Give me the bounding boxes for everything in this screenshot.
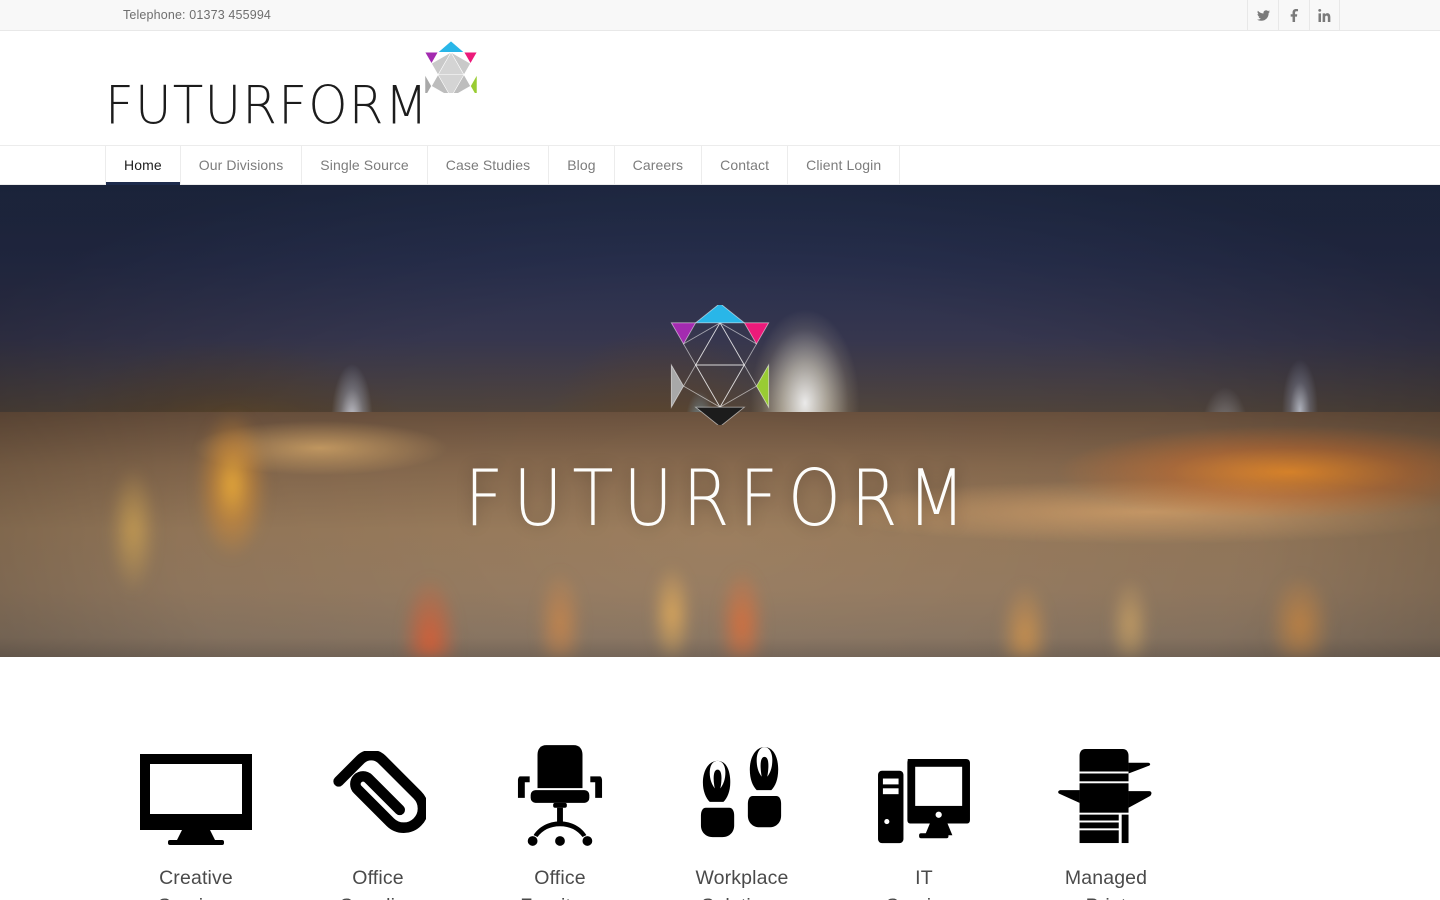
service-item-managed-print[interactable]: ManagedPrint bbox=[1015, 743, 1197, 900]
linkedin-icon bbox=[1318, 8, 1331, 22]
site-logo-link[interactable]: FUTURFORM bbox=[105, 35, 478, 137]
twitter-icon bbox=[1256, 9, 1270, 22]
site-header-inner: FUTURFORM bbox=[100, 31, 1340, 145]
service-item-label: OfficeFurniture bbox=[520, 867, 599, 900]
telephone-text: Telephone: 01373 455994 bbox=[123, 8, 272, 22]
nav-item-blog[interactable]: Blog bbox=[549, 146, 615, 184]
printer-copier-icon bbox=[1058, 743, 1154, 847]
nav-item-client-login[interactable]: Client Login bbox=[788, 146, 901, 184]
facebook-link[interactable] bbox=[1278, 0, 1309, 31]
desktop-computer-icon bbox=[878, 743, 970, 847]
utility-bar: Telephone: 01373 455994 bbox=[0, 0, 1440, 31]
services-list: CreativeServices OfficeSupplies bbox=[100, 743, 1340, 900]
futurform-hexagram-logo-icon bbox=[424, 40, 478, 109]
nav-item-careers[interactable]: Careers bbox=[615, 146, 703, 184]
hero-banner: FUTURFORM bbox=[0, 185, 1440, 657]
futurform-hexagram-logo-icon bbox=[667, 302, 773, 430]
nav-item-contact[interactable]: Contact bbox=[702, 146, 789, 184]
paperclip-icon bbox=[330, 743, 426, 847]
site-logo-wordmark: FUTURFORM bbox=[105, 74, 430, 137]
nav-item-case-studies[interactable]: Case Studies bbox=[428, 146, 550, 184]
service-item-office-supplies[interactable]: OfficeSupplies bbox=[287, 743, 469, 900]
service-item-label: ManagedPrint bbox=[1064, 867, 1148, 900]
nav-item-our-divisions[interactable]: Our Divisions bbox=[181, 146, 303, 184]
service-item-label: CreativeServices bbox=[158, 867, 234, 900]
hero-headline: FUTURFORM bbox=[464, 454, 976, 545]
service-item-label: OfficeSupplies bbox=[340, 867, 416, 900]
monitor-icon bbox=[138, 743, 254, 847]
utility-bar-inner: Telephone: 01373 455994 bbox=[100, 0, 1340, 31]
services-section: CreativeServices OfficeSupplies bbox=[0, 657, 1440, 900]
nav-item-home[interactable]: Home bbox=[105, 146, 181, 185]
main-navigation: Home Our Divisions Single Source Case St… bbox=[0, 146, 1440, 185]
footprints-icon bbox=[698, 743, 786, 847]
service-item-it-services[interactable]: ITServices bbox=[833, 743, 1015, 900]
office-chair-icon bbox=[516, 743, 604, 847]
hero-content: FUTURFORM bbox=[0, 185, 1440, 657]
service-item-workplace-solutions[interactable]: WorkplaceSolutions bbox=[651, 743, 833, 900]
service-item-office-furniture[interactable]: OfficeFurniture bbox=[469, 743, 651, 900]
linkedin-link[interactable] bbox=[1309, 0, 1340, 31]
social-links bbox=[1247, 0, 1340, 31]
service-item-creative-services[interactable]: CreativeServices bbox=[105, 743, 287, 900]
service-item-label: WorkplaceSolutions bbox=[695, 867, 789, 900]
facebook-icon bbox=[1288, 8, 1301, 22]
nav-item-single-source[interactable]: Single Source bbox=[302, 146, 428, 184]
twitter-link[interactable] bbox=[1247, 0, 1278, 31]
site-header: FUTURFORM bbox=[0, 31, 1440, 146]
main-navigation-list: Home Our Divisions Single Source Case St… bbox=[100, 146, 1340, 185]
service-item-label: ITServices bbox=[886, 867, 962, 900]
